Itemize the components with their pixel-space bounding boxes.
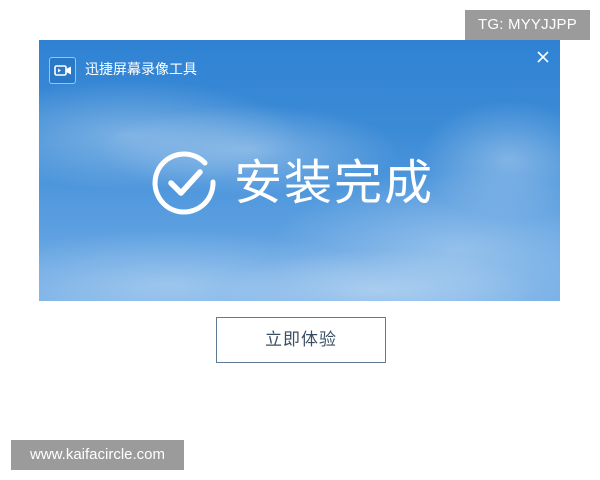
install-complete-text: 安装完成	[234, 155, 435, 211]
install-status: 安装完成	[151, 148, 451, 218]
check-circle-icon	[152, 151, 216, 215]
close-button[interactable]	[532, 46, 554, 68]
telegram-watermark: TG: MYYJJPP	[465, 10, 590, 40]
app-title: 迅捷屏幕录像工具	[85, 62, 197, 78]
video-camera-icon	[49, 57, 76, 84]
title-bar: 迅捷屏幕录像工具	[39, 40, 560, 100]
site-watermark: www.kaifacircle.com	[11, 440, 184, 470]
try-now-button[interactable]: 立即体验	[216, 317, 386, 363]
close-icon	[537, 51, 549, 63]
installer-window: 迅捷屏幕录像工具 安装完成	[39, 40, 560, 301]
